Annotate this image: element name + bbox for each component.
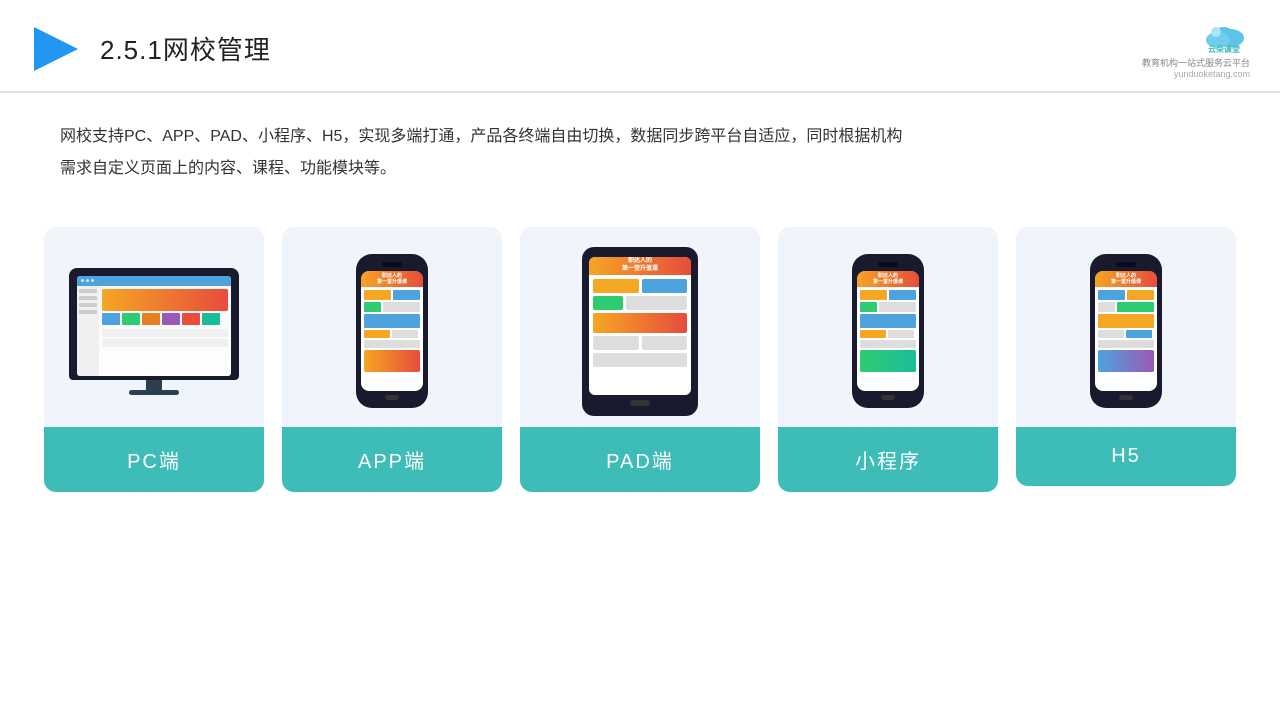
description-line1: 网校支持PC、APP、PAD、小程序、H5，实现多端打通，产品各终端自由切换，数… <box>60 121 1220 153</box>
card-h5: 职达人的第一堂升值课 <box>1016 227 1236 486</box>
phone-h5-icon: 职达人的第一堂升值课 <box>1090 254 1162 408</box>
logo-cloud-wrap: 云朵课堂 <box>1202 18 1250 54</box>
label-mini: 小程序 <box>778 427 998 492</box>
pc-image-area <box>44 227 264 427</box>
label-pad: PAD端 <box>520 427 760 492</box>
logo-area: 云朵课堂 教育机构一站式服务云平台 yunduoketang.com <box>1142 18 1250 79</box>
h5-image-area: 职达人的第一堂升值课 <box>1016 227 1236 427</box>
phone-app-icon: 职达人的第一堂升值课 <box>356 254 428 408</box>
page-title: 2.5.1网校管理 <box>100 30 271 67</box>
card-pad: 职达人的第一堂升值课 <box>520 227 760 492</box>
label-h5: H5 <box>1016 427 1236 486</box>
pad-image-area: 职达人的第一堂升值课 <box>520 227 760 427</box>
pc-monitor-icon <box>69 268 239 395</box>
card-mini: 职达人的第一堂升值课 <box>778 227 998 492</box>
svg-text:云朵课堂: 云朵课堂 <box>1208 44 1240 54</box>
logo-url: yunduoketang.com <box>1174 69 1250 79</box>
phone-mini-icon: 职达人的第一堂升值课 <box>852 254 924 408</box>
card-app: 职达人的第一堂升值课 <box>282 227 502 492</box>
tablet-pad-icon: 职达人的第一堂升值课 <box>582 247 698 416</box>
label-pc: PC端 <box>44 427 264 492</box>
description-line2: 需求自定义页面上的内容、课程、功能模块等。 <box>60 153 1220 185</box>
cloud-logo-icon: 云朵课堂 <box>1202 18 1250 54</box>
play-icon <box>30 23 82 75</box>
logo-tagline: 教育机构一站式服务云平台 <box>1142 56 1250 69</box>
card-pc: PC端 <box>44 227 264 492</box>
description: 网校支持PC、APP、PAD、小程序、H5，实现多端打通，产品各终端自由切换，数… <box>0 93 1280 185</box>
cards-section: PC端 职达人的第一堂升值课 <box>0 195 1280 512</box>
label-app: APP端 <box>282 427 502 492</box>
header: 2.5.1网校管理 云朵课堂 教育机构一站式服务云平台 yunduoketang… <box>0 0 1280 93</box>
app-image-area: 职达人的第一堂升值课 <box>282 227 502 427</box>
mini-image-area: 职达人的第一堂升值课 <box>778 227 998 427</box>
header-left: 2.5.1网校管理 <box>30 23 271 75</box>
